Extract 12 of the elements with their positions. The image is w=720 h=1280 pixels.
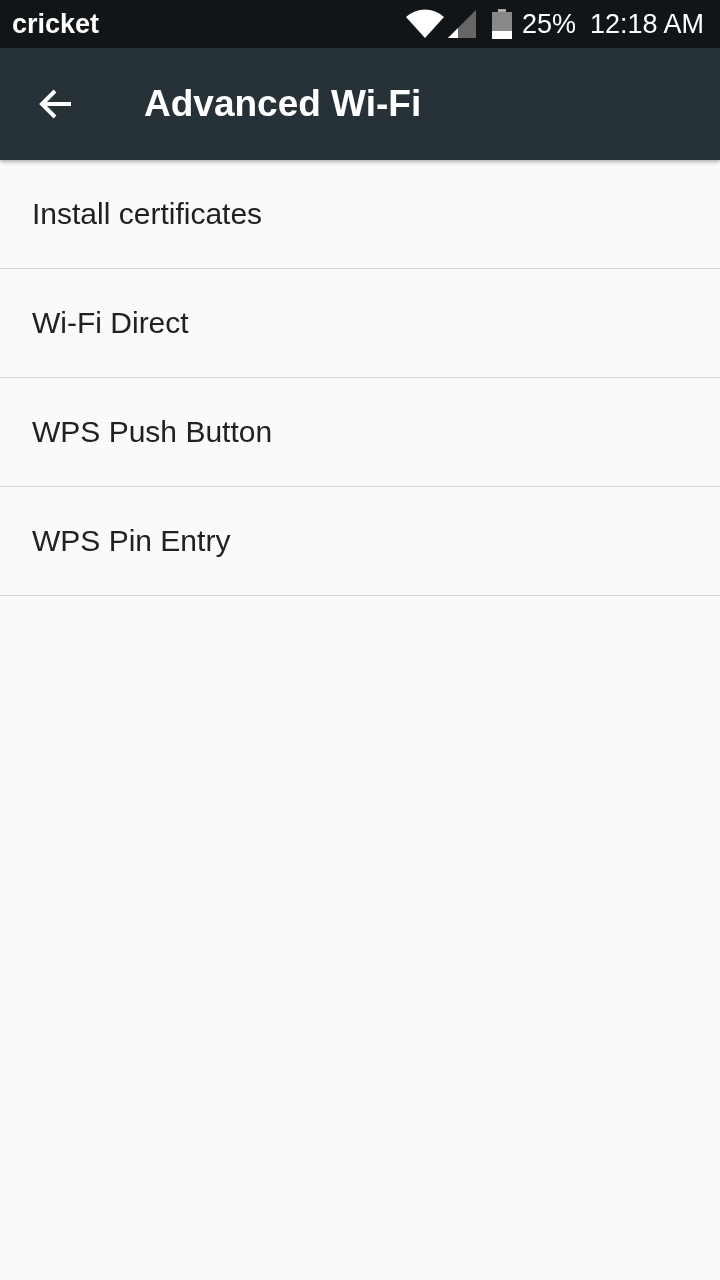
battery-percent: 25%	[521, 8, 576, 40]
settings-item[interactable]: Wi-Fi Direct	[0, 269, 720, 378]
settings-item[interactable]: WPS Pin Entry	[0, 487, 720, 596]
carrier-name: cricket	[12, 8, 101, 40]
wifi-icon	[405, 9, 444, 39]
signal-icon	[447, 10, 478, 38]
back-arrow-icon	[39, 89, 73, 119]
battery-icon	[491, 9, 512, 39]
settings-item[interactable]: WPS Push Button	[0, 378, 720, 487]
screen-title: Advanced Wi-Fi	[144, 83, 422, 125]
clock: 12:18 AM	[589, 8, 704, 40]
settings-item[interactable]: Install certificates	[0, 160, 720, 269]
